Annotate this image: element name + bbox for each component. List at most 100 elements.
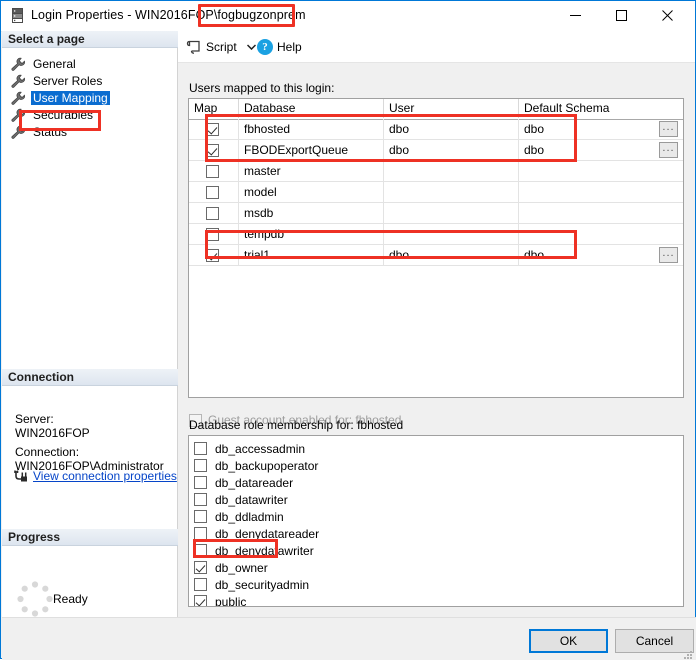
role-item-public[interactable]: public (194, 593, 248, 607)
script-icon (186, 39, 202, 55)
minimize-button[interactable] (552, 1, 598, 30)
grid-column-header[interactable]: Map (189, 99, 239, 118)
checkbox[interactable] (194, 561, 207, 574)
checkbox[interactable] (194, 476, 207, 489)
role-item-db_backupoperator[interactable]: db_backupoperator (194, 457, 320, 474)
table-row[interactable]: trial1 dbo dbo... (189, 245, 683, 266)
role-label: db_backupoperator (215, 458, 319, 473)
database-role-list[interactable]: db_accessadmin db_backupoperator db_datare… (188, 435, 684, 607)
toolbar: Script ? Help (178, 31, 695, 63)
map-checkbox-cell[interactable] (189, 182, 239, 202)
sidebar-item-label: User Mapping (31, 90, 110, 105)
grid-column-header[interactable]: User (384, 99, 519, 118)
role-label: db_accessadmin (215, 441, 306, 456)
default-schema-cell[interactable] (519, 182, 683, 202)
role-item-db_ddladmin[interactable]: db_ddladmin (194, 508, 286, 525)
map-checkbox-cell[interactable] (189, 140, 239, 160)
map-checkbox-cell[interactable] (189, 203, 239, 223)
checkbox[interactable] (194, 459, 207, 472)
table-row[interactable]: master (189, 161, 683, 182)
role-label: public (215, 594, 247, 607)
database-role-membership-label: Database role membership for: fbhosted (189, 418, 404, 432)
user-cell[interactable]: dbo (384, 245, 519, 265)
map-checkbox-cell[interactable] (189, 224, 239, 244)
default-schema-cell[interactable] (519, 161, 683, 181)
row-ellipsis-button[interactable]: ... (659, 142, 678, 158)
checkbox[interactable] (206, 207, 219, 220)
user-cell[interactable]: dbo (384, 140, 519, 160)
script-button[interactable]: Script (182, 35, 241, 58)
help-button[interactable]: ? Help (253, 35, 306, 58)
checkbox[interactable] (194, 595, 207, 606)
grid-column-header[interactable]: Database (239, 99, 384, 118)
map-checkbox-cell[interactable] (189, 245, 239, 265)
role-item-db_datareader[interactable]: db_datareader (194, 474, 295, 491)
row-ellipsis-button[interactable]: ... (659, 247, 678, 263)
map-checkbox-cell[interactable] (189, 119, 239, 139)
login-properties-dialog: Login Properties - WIN2016FOP\fogbugzonp… (0, 0, 696, 660)
database-cell[interactable]: model (239, 182, 384, 202)
default-schema-cell[interactable] (519, 203, 683, 223)
role-item-db_owner[interactable]: db_owner (194, 559, 270, 576)
checkbox[interactable] (194, 578, 207, 591)
main-panel: Script ? Help Users mapped to this login… (178, 31, 695, 617)
maximize-button[interactable] (598, 1, 644, 30)
table-row[interactable]: model (189, 182, 683, 203)
user-cell[interactable] (384, 224, 519, 244)
user-cell[interactable] (384, 203, 519, 223)
wrench-icon (10, 74, 26, 88)
checkbox[interactable] (206, 165, 219, 178)
user-cell[interactable] (384, 182, 519, 202)
close-button[interactable] (644, 1, 690, 30)
role-label: db_ddladmin (215, 509, 284, 524)
annotation-box-title (198, 4, 295, 27)
checkbox[interactable] (206, 144, 219, 157)
checkbox[interactable] (194, 493, 207, 506)
grid-column-header[interactable]: Default Schema (519, 99, 683, 118)
user-mapping-grid[interactable]: Map Database User Default Schema fbhosted db… (188, 98, 684, 398)
sidebar-item-server-roles[interactable]: Server Roles (10, 72, 104, 89)
wrench-icon (10, 91, 26, 105)
wrench-icon (10, 57, 26, 71)
database-cell[interactable]: trial1 (239, 245, 384, 265)
checkbox[interactable] (206, 123, 219, 136)
map-checkbox-cell[interactable] (189, 161, 239, 181)
checkbox[interactable] (194, 510, 207, 523)
script-button-label: Script (206, 39, 237, 54)
connection-header: Connection (2, 369, 178, 386)
role-item-db_securityadmin[interactable]: db_securityadmin (194, 576, 311, 593)
database-cell[interactable]: FBODExportQueue (239, 140, 384, 160)
resize-grip[interactable] (683, 649, 693, 659)
ok-button[interactable]: OK (529, 629, 608, 653)
dialog-footer: OK Cancel (2, 617, 696, 660)
user-cell[interactable]: dbo (384, 119, 519, 139)
table-row[interactable]: tempdb (189, 224, 683, 245)
table-row[interactable]: msdb (189, 203, 683, 224)
database-cell[interactable]: msdb (239, 203, 384, 223)
database-cell[interactable]: fbhosted (239, 119, 384, 139)
checkbox[interactable] (206, 186, 219, 199)
checkbox[interactable] (206, 228, 219, 241)
view-connection-properties-link[interactable]: View connection properties (33, 469, 177, 483)
sidebar-item-label: General (33, 56, 76, 71)
row-ellipsis-button[interactable]: ... (659, 121, 678, 137)
table-row[interactable]: FBODExportQueue dbo dbo... (189, 140, 683, 161)
progress-header: Progress (2, 529, 178, 546)
progress-label: Progress (8, 530, 61, 544)
table-row[interactable]: fbhosted dbo dbo... (189, 119, 683, 140)
sidebar-item-general[interactable]: General (10, 55, 78, 72)
server-label: Server: (15, 412, 54, 426)
role-item-db_datawriter[interactable]: db_datawriter (194, 491, 290, 508)
select-a-page-header: Select a page (2, 31, 178, 48)
checkbox[interactable] (194, 442, 207, 455)
user-cell[interactable] (384, 161, 519, 181)
default-schema-cell[interactable] (519, 224, 683, 244)
sidebar-item-label: Server Roles (33, 73, 103, 88)
checkbox[interactable] (206, 249, 219, 262)
sidebar: Select a page General Server Roles User Ma… (2, 31, 178, 617)
role-item-db_accessadmin[interactable]: db_accessadmin (194, 440, 307, 457)
grid-header-row: Map Database User Default Schema (189, 99, 683, 120)
database-cell[interactable]: master (239, 161, 384, 181)
database-cell[interactable]: tempdb (239, 224, 384, 244)
sidebar-item-user-mapping[interactable]: User Mapping (10, 89, 110, 106)
